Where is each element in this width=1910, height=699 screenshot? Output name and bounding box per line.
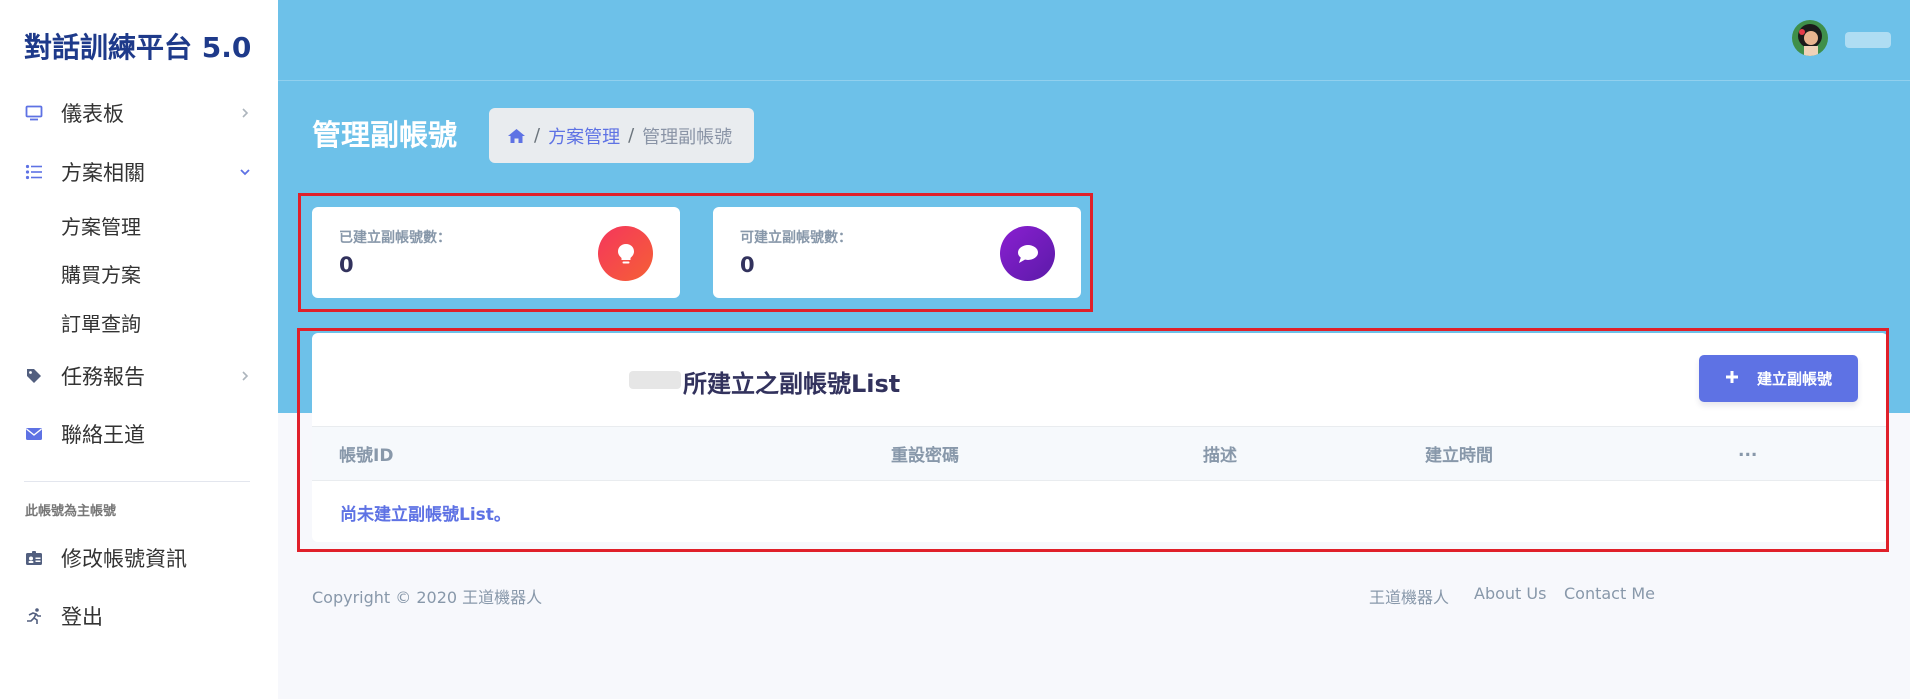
plus-icon [1725, 370, 1739, 388]
tag-icon [24, 366, 44, 386]
sidebar-item-plans[interactable]: 方案相關 [0, 152, 278, 192]
sidebar-item-label: 修改帳號資訊 [61, 547, 187, 571]
stat-label: 可建立副帳號數： [740, 230, 852, 246]
stat-card-available: 可建立副帳號數： 0 [713, 207, 1081, 298]
breadcrumb-current: 管理副帳號 [642, 126, 733, 148]
footer-link-about-us[interactable]: About Us [1474, 584, 1546, 603]
sidebar-divider [24, 481, 250, 482]
sidebar-subitem-plan-management[interactable]: 方案管理 [61, 211, 141, 240]
column-header-actions: ... [1738, 441, 1758, 461]
header-divider [278, 80, 1910, 81]
footer-copyright: Copyright © 2020 王道機器人 [312, 588, 543, 607]
id-card-icon [24, 548, 44, 568]
sidebar-item-edit-account[interactable]: 修改帳號資訊 [0, 538, 278, 578]
username-redacted[interactable] [1845, 32, 1891, 48]
monitor-icon [24, 103, 44, 123]
page-title: 管理副帳號 [312, 118, 458, 152]
breadcrumb: / 方案管理 / 管理副帳號 [489, 108, 754, 163]
chat-bubble-icon [1000, 226, 1055, 281]
section-heading: 此帳號為主帳號 [25, 504, 117, 519]
breadcrumb-separator: / [534, 125, 541, 146]
sidebar-item-label: 聯絡王道 [61, 423, 145, 447]
home-icon[interactable] [507, 128, 526, 144]
sidebar-item-label: 登出 [61, 605, 103, 629]
empty-list-message: 尚未建立副帳號List。 [340, 505, 511, 525]
sidebar-item-dashboard[interactable]: 儀表板 [0, 93, 278, 133]
table-header [312, 426, 1888, 481]
sidebar-item-label: 任務報告 [61, 365, 145, 389]
envelope-icon [24, 424, 44, 444]
sidebar-item-task-report[interactable]: 任務報告 [0, 356, 278, 396]
stat-value: 0 [339, 253, 354, 277]
app-title[interactable]: 對話訓練平台 5.0 [24, 26, 251, 66]
create-subaccount-button[interactable]: 建立副帳號 [1699, 355, 1858, 402]
create-subaccount-label: 建立副帳號 [1756, 370, 1832, 388]
sidebar-item-logout[interactable]: 登出 [0, 596, 278, 636]
chevron-right-icon [238, 106, 252, 120]
sidebar-item-contact[interactable]: 聯絡王道 [0, 414, 278, 454]
list-icon [24, 162, 44, 182]
stat-label: 已建立副帳號數： [339, 230, 451, 246]
list-title: 所建立之副帳號List [683, 370, 901, 398]
sidebar-subitem-order-query[interactable]: 訂單查詢 [61, 308, 141, 337]
sidebar: 對話訓練平台 5.0 儀表板 方案相關 方案管理 購買方案 訂單查詢 任務報告 [0, 0, 278, 699]
column-header-reset-password: 重設密碼 [891, 446, 959, 466]
stat-card-created: 已建立副帳號數： 0 [312, 207, 680, 298]
breadcrumb-link-plan-management[interactable]: 方案管理 [548, 123, 620, 149]
lightbulb-icon [598, 226, 653, 281]
sidebar-item-label: 儀表板 [61, 102, 124, 126]
sidebar-item-label: 方案相關 [61, 161, 145, 185]
chevron-down-icon [238, 165, 252, 179]
chevron-right-icon [238, 369, 252, 383]
account-name-redacted [629, 371, 681, 389]
column-header-account-id: 帳號ID [339, 446, 394, 466]
running-person-icon [24, 606, 44, 626]
breadcrumb-separator: / [628, 125, 635, 146]
main-content: 管理副帳號 / 方案管理 / 管理副帳號 已建立副帳號數： 0 可建立副帳號數：… [278, 0, 1910, 699]
footer-link-contact-me[interactable]: Contact Me [1564, 584, 1655, 603]
stat-value: 0 [740, 253, 755, 277]
avatar[interactable] [1792, 20, 1828, 56]
column-header-description: 描述 [1203, 446, 1237, 466]
sidebar-subitem-buy-plan[interactable]: 購買方案 [61, 259, 141, 288]
column-header-created-time: 建立時間 [1425, 446, 1493, 466]
footer-link-company[interactable]: 王道機器人 [1369, 584, 1449, 608]
